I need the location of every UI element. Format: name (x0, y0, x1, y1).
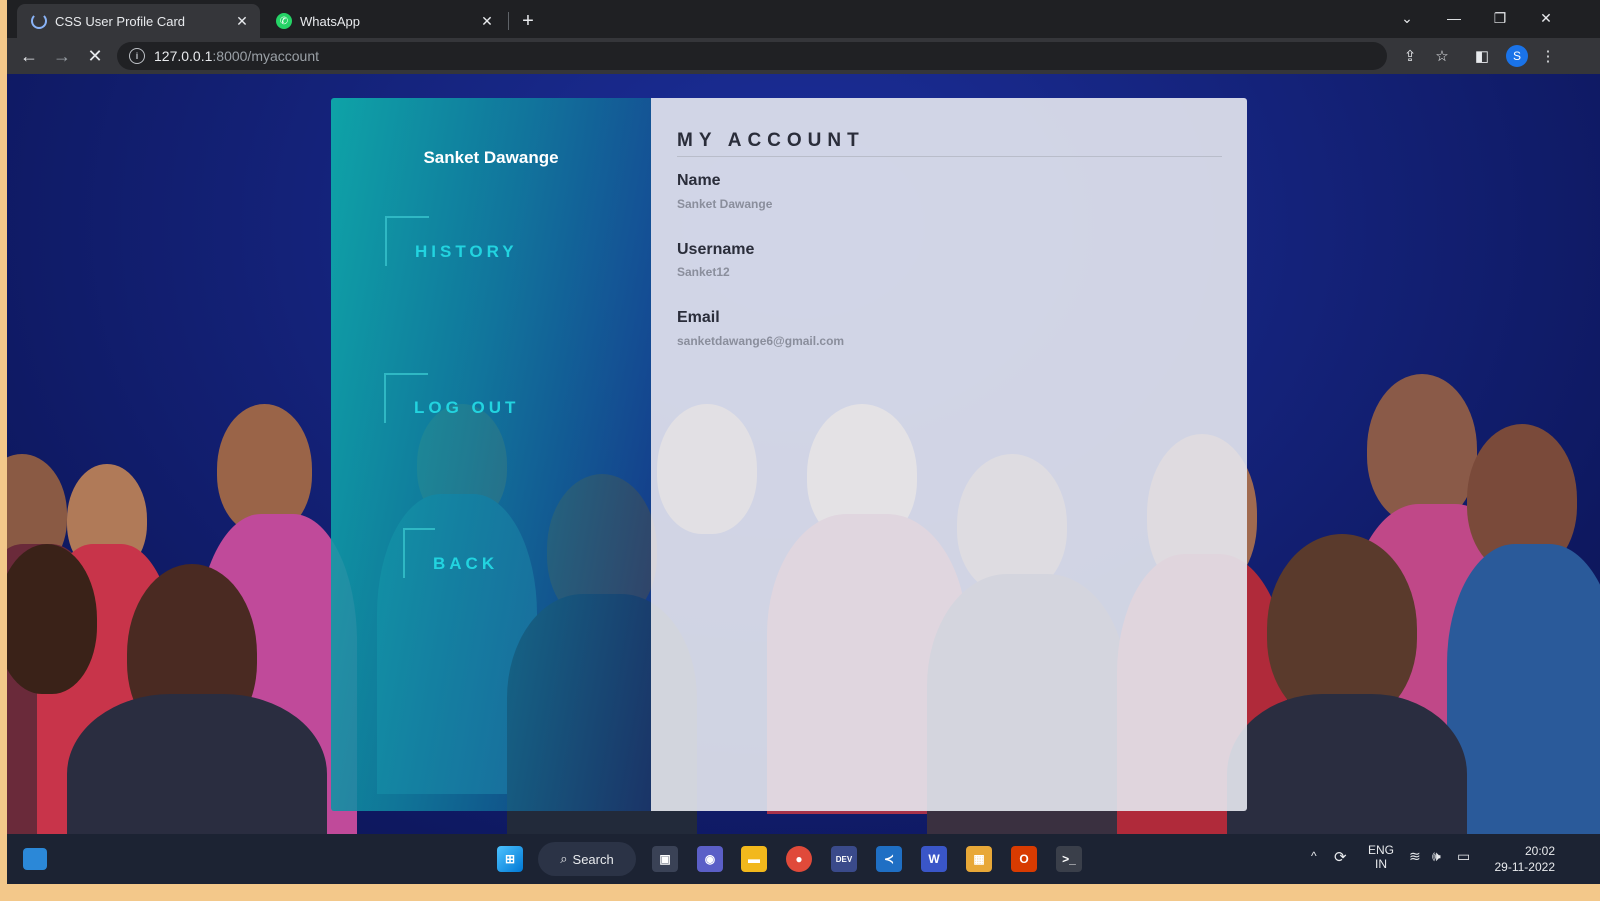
email-label: Email (677, 309, 720, 326)
store-icon[interactable]: ▦ (966, 846, 992, 872)
restore-button[interactable]: ❐ (1477, 0, 1523, 36)
share-icon[interactable]: ⇪ (1397, 43, 1423, 69)
back-arrow-icon[interactable]: ← (16, 43, 42, 69)
show-hidden-icons-chevron-icon[interactable]: ^ (1311, 849, 1317, 863)
page-title: MY ACCOUNT (677, 130, 865, 151)
profile-sidebar: Sanket Dawange HISTORY LOG OUT BACK (331, 98, 651, 811)
profile-avatar[interactable]: S (1506, 45, 1528, 67)
language-indicator[interactable]: ENG IN (1361, 843, 1401, 871)
browser-tab-strip: CSS User Profile Card ✕ ✆ WhatsApp ✕ + ⌄… (7, 0, 1600, 38)
battery-icon[interactable]: ▭ (1457, 848, 1470, 865)
tab-search-icon[interactable]: ⌄ (1384, 0, 1430, 36)
site-info-icon[interactable]: i (129, 48, 145, 64)
windows-taskbar: ⊞ ⌕ Search ▣ ◉ ▬ ● DEV ≺ W ▦ O >_ ^ ⟳ EN… (7, 834, 1600, 884)
tab-title: WhatsApp (300, 13, 360, 29)
clock[interactable]: 20:02 29-11-2022 (1485, 843, 1556, 875)
logout-link[interactable]: LOG OUT (414, 398, 519, 418)
stop-loading-icon[interactable]: ✕ (82, 43, 108, 69)
bookmark-star-icon[interactable]: ☆ (1429, 43, 1455, 69)
clock-time: 20:02 (1524, 844, 1555, 858)
office-icon[interactable]: O (1011, 846, 1037, 872)
email-value: sanketdawange6@gmail.com (677, 334, 845, 348)
screen-edge (7, 884, 1600, 901)
tab-title: CSS User Profile Card (55, 13, 186, 29)
teams-chat-icon[interactable]: ◉ (697, 846, 723, 872)
terminal-icon[interactable]: >_ (1056, 846, 1082, 872)
username-label: Username (677, 241, 755, 258)
taskbar-search-button[interactable]: ⌕ Search (538, 842, 636, 876)
language-code: ENG (1367, 843, 1394, 857)
whatsapp-icon: ✆ (276, 13, 292, 29)
file-explorer-icon[interactable]: ▬ (741, 846, 767, 872)
close-tab-icon[interactable]: ✕ (232, 11, 252, 31)
url-host: 127.0.0.1 (154, 48, 213, 64)
user-display-name: Sanket Dawange (423, 148, 559, 167)
history-link[interactable]: HISTORY (415, 242, 518, 262)
username-value: Sanket12 (677, 265, 730, 279)
chrome-icon[interactable]: ● (786, 846, 812, 872)
region-code: IN (1375, 857, 1387, 871)
loading-spinner-icon (31, 13, 47, 29)
tab-css-user-profile-card[interactable]: CSS User Profile Card ✕ (17, 4, 260, 38)
volume-icon[interactable]: 🕪 (1432, 848, 1441, 865)
page-viewport: Sanket Dawange HISTORY LOG OUT BACK MY A… (7, 74, 1600, 834)
name-value: Sanket Dawange (677, 197, 773, 211)
url-path: :8000/myaccount (212, 48, 320, 64)
title-divider (677, 156, 1222, 157)
back-corner-decoration (403, 528, 435, 578)
tab-separator (508, 12, 509, 30)
back-link[interactable]: BACK (433, 554, 498, 574)
forward-arrow-icon[interactable]: → (49, 43, 75, 69)
search-icon: ⌕ (560, 851, 568, 866)
app-icon[interactable]: W (921, 846, 947, 872)
minimize-button[interactable]: — (1431, 0, 1477, 36)
profile-card: Sanket Dawange HISTORY LOG OUT BACK MY A… (331, 98, 1247, 811)
devc-app-icon[interactable]: DEV (831, 846, 857, 872)
new-tab-button[interactable]: + (515, 8, 541, 34)
clock-date: 29-11-2022 (1494, 860, 1556, 874)
search-label: Search (572, 851, 614, 867)
close-tab-icon[interactable]: ✕ (477, 11, 497, 31)
account-panel: MY ACCOUNT Name Sanket Dawange Username … (651, 98, 1247, 811)
side-panel-icon[interactable]: ◧ (1469, 43, 1495, 69)
more-menu-icon[interactable]: ⋮ (1535, 43, 1561, 69)
name-label: Name (677, 172, 721, 189)
close-window-button[interactable]: ✕ (1523, 0, 1569, 36)
start-windows-icon[interactable]: ⊞ (497, 846, 523, 872)
task-view-icon[interactable]: ▣ (652, 846, 678, 872)
screen: CSS User Profile Card ✕ ✆ WhatsApp ✕ + ⌄… (7, 0, 1600, 901)
vscode-icon[interactable]: ≺ (876, 846, 902, 872)
address-bar[interactable]: i 127.0.0.1:8000/myaccount (117, 42, 1387, 70)
browser-toolbar: ← → ✕ i 127.0.0.1:8000/myaccount ⇪ ☆ ◧ S… (7, 38, 1600, 74)
tab-whatsapp[interactable]: ✆ WhatsApp ✕ (262, 4, 505, 38)
widgets-icon[interactable] (23, 848, 47, 870)
sync-icon[interactable]: ⟳ (1334, 848, 1347, 866)
wifi-icon[interactable]: ≋ (1409, 848, 1421, 865)
